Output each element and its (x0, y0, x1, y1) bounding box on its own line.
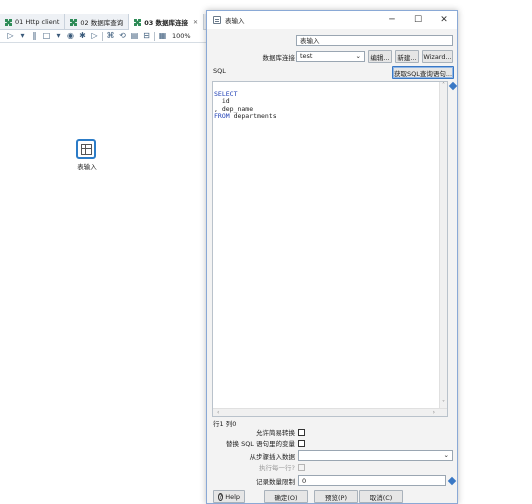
wizard-button[interactable]: Wizard... (422, 50, 453, 63)
replace-variables-row: 替换 SQL 语句里的变量 (207, 438, 459, 448)
dialog-titlebar: 表输入 ─ ☐ ✕ (207, 11, 457, 29)
transformation-icon (70, 18, 78, 26)
vertical-scrollbar[interactable]: ˄ ˅ (439, 82, 447, 416)
dialog-button-bar: ? Help 确定(O) 预览(P) 取消(C) (207, 490, 457, 504)
tab-database-query[interactable]: 02 数据库查询 (65, 14, 130, 30)
cancel-button[interactable]: 取消(C) (359, 490, 403, 503)
variable-diamond-icon (447, 476, 457, 486)
connection-select[interactable]: test ⌄ (296, 51, 365, 62)
sql-line: FROM departments (214, 112, 277, 120)
chevron-down-icon: ⌄ (443, 451, 449, 459)
zoom-level[interactable]: 100% (172, 32, 191, 40)
transformation-icon (5, 18, 12, 26)
tab-close-icon[interactable]: ✕ (193, 19, 198, 26)
connection-value: test (300, 52, 313, 60)
table-input-step-icon[interactable] (76, 139, 96, 159)
canvas-toolbar: ▷ ▾ ‖ □ ▾ ◉ ✱ ▷ ⌘ ⟲ ▤ ⊟ ▦ 100% (0, 30, 210, 42)
replay-icon[interactable]: ▷ (90, 32, 99, 41)
step-name-row: 步骤名称 (207, 34, 459, 46)
variable-diamond-icon (448, 81, 458, 91)
tab-database-connection[interactable]: 03 数据库连接 ✕ (129, 14, 205, 30)
tab-label: 03 数据库连接 (144, 19, 189, 27)
help-icon: ? (218, 492, 224, 501)
edit-connection-button[interactable]: 编辑... (368, 50, 392, 63)
canvas-step-label: 表输入 (77, 163, 97, 171)
toolbar-divider (102, 31, 103, 41)
window-controls: ─ ☐ ✕ (379, 11, 457, 29)
insert-data-label: 从步骤插入数据 (249, 452, 296, 461)
preview-button[interactable]: 预览(P) (314, 490, 358, 503)
stop-options-chevron-icon[interactable]: ▾ (54, 32, 63, 41)
scroll-up-icon[interactable]: ˄ (442, 82, 445, 90)
pause-icon[interactable]: ‖ (30, 32, 39, 41)
insert-data-row: 从步骤插入数据 ⌄ (207, 450, 459, 461)
scroll-right-icon[interactable]: › (433, 409, 435, 417)
minimize-icon[interactable]: ─ (379, 11, 405, 29)
generate-sql-icon[interactable]: ▤ (130, 32, 139, 41)
tab-label: 01 Http client (15, 18, 60, 26)
connection-row: 数据库连接 test ⌄ 编辑... 新建... Wizard... (207, 50, 459, 63)
execute-each-row-checkbox[interactable] (298, 463, 305, 471)
sql-editor[interactable]: SELECT id , dep_name FROM departments ˄ … (212, 81, 448, 417)
grid-icon[interactable]: ▦ (158, 32, 167, 41)
sql-label: SQL (213, 67, 226, 75)
table-input-icon (213, 16, 221, 24)
dialog-title: 表输入 (225, 17, 245, 25)
stop-icon[interactable]: □ (42, 32, 51, 41)
tab-http-client[interactable]: 01 Http client (0, 14, 66, 30)
scroll-left-icon[interactable]: ‹ (217, 409, 219, 417)
limit-input[interactable] (298, 475, 446, 486)
toolbar-divider (154, 31, 155, 41)
limit-row: 记录数量限制 (207, 475, 459, 486)
lazy-conversion-checkbox[interactable] (298, 428, 305, 436)
help-button[interactable]: ? Help (213, 490, 245, 503)
tab-label: 02 数据库查询 (80, 19, 124, 27)
preview-icon[interactable]: ◉ (66, 32, 75, 41)
debug-icon[interactable]: ✱ (78, 32, 87, 41)
table-icon (80, 143, 92, 155)
impact-icon[interactable]: ⟲ (118, 32, 127, 41)
maximize-icon[interactable]: ☐ (405, 11, 431, 29)
run-icon[interactable]: ▷ (6, 32, 15, 41)
replace-variables-label: 替换 SQL 语句里的变量 (226, 440, 295, 448)
close-icon[interactable]: ✕ (431, 11, 457, 29)
connection-label: 数据库连接 (262, 53, 296, 62)
replace-variables-checkbox[interactable] (298, 439, 305, 447)
limit-label: 记录数量限制 (256, 477, 295, 486)
table-input-dialog: 表输入 ─ ☐ ✕ 步骤名称 数据库连接 test ⌄ 编辑... 新建... … (206, 10, 458, 504)
verify-icon[interactable]: ⌘ (106, 32, 115, 41)
execute-each-row-label: 执行每一行? (259, 464, 295, 472)
explore-db-icon[interactable]: ⊟ (142, 32, 151, 41)
run-options-chevron-icon[interactable]: ▾ (18, 32, 27, 41)
chevron-down-icon: ⌄ (355, 52, 361, 60)
new-connection-button[interactable]: 新建... (395, 50, 419, 63)
lazy-conversion-row: 允许简易转换 (207, 427, 459, 437)
get-sql-button[interactable]: 获取SQL查询语句... (392, 66, 454, 79)
transformation-icon (134, 18, 142, 26)
transformation-tabbar: 01 Http client 02 数据库查询 03 数据库连接 ✕ (0, 14, 220, 30)
toolbar-divider-line (0, 42, 210, 43)
lazy-conversion-label: 允许简易转换 (256, 429, 295, 437)
ok-button[interactable]: 确定(O) (264, 490, 308, 503)
sql-code[interactable]: SELECT id , dep_name FROM departments (214, 83, 277, 121)
execute-each-row-row: 执行每一行? (207, 462, 459, 472)
scroll-down-icon[interactable]: ˅ (442, 400, 445, 408)
horizontal-scrollbar[interactable]: ‹ › (213, 408, 447, 416)
help-label: Help (225, 492, 241, 501)
insert-data-select[interactable]: ⌄ (298, 450, 453, 461)
step-name-input[interactable] (296, 34, 453, 46)
